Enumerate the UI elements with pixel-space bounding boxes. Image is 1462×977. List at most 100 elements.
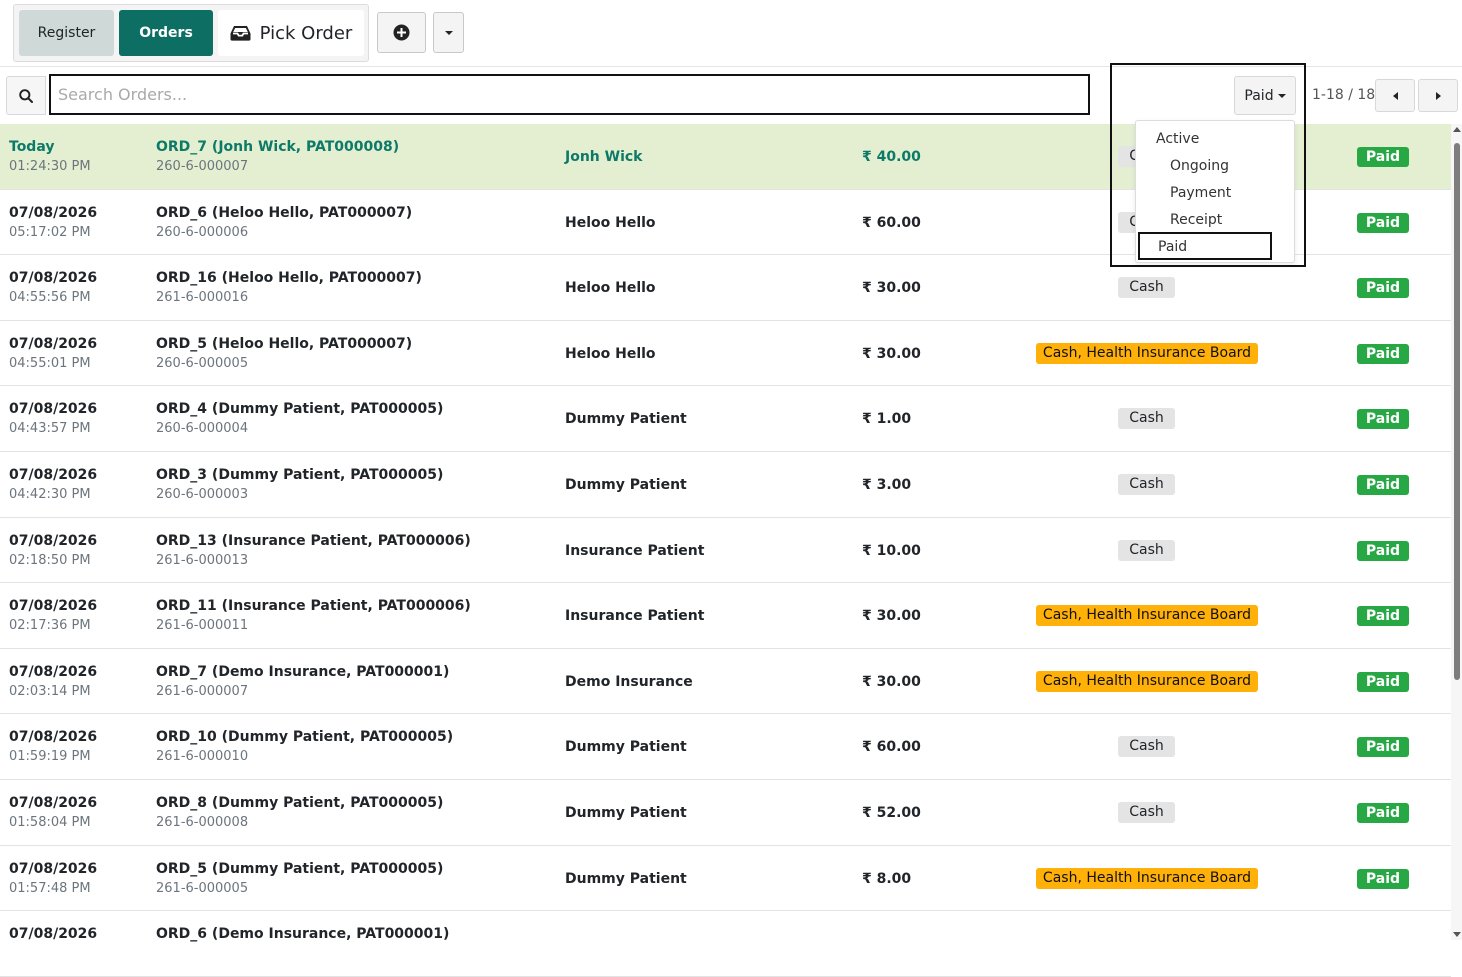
status-filter-dropdown[interactable]: Paid [1234, 76, 1296, 115]
menu-item-paid[interactable]: Paid [1138, 232, 1272, 260]
order-title: ORD_3 (Dummy Patient, PAT000005) [156, 466, 444, 483]
currency-symbol: ₹ [862, 870, 872, 887]
order-code: 261-6-000005 [156, 880, 249, 896]
currency-symbol: ₹ [862, 149, 872, 165]
payment-method-badge: Cash, Health Insurance Board [1036, 670, 1258, 692]
order-title: ORD_16 (Heloo Hello, PAT000007) [156, 270, 422, 287]
order-view-tabs: Register Orders Pick Order [13, 4, 369, 62]
status-badge: Paid [1357, 868, 1409, 889]
order-code: 260-6-000003 [156, 486, 249, 502]
amount-value: 40.00 [876, 149, 921, 165]
order-amount: ₹ 3.00 [862, 477, 911, 493]
order-title: ORD_7 (Demo Insurance, PAT000001) [156, 663, 450, 680]
menu-item-active[interactable]: Active [1156, 131, 1199, 147]
order-time: 01:24:30 PM [9, 159, 91, 174]
search-icon [19, 88, 33, 103]
status-badge: Paid [1357, 737, 1409, 758]
order-row[interactable]: 07/08/2026 04:42:30 PM ORD_3 (Dummy Patien… [0, 452, 1451, 518]
chevron-down-icon [1277, 93, 1286, 98]
order-code: 260-6-000004 [156, 421, 249, 437]
patient-name: Insurance Patient [565, 542, 705, 559]
order-time: 04:43:57 PM [9, 421, 91, 437]
order-row[interactable]: 07/08/2026 04:55:56 PM ORD_16 (Heloo Hello… [0, 255, 1451, 321]
search-orders-input[interactable] [49, 74, 1090, 115]
patient-name: Heloo Hello [565, 214, 656, 231]
status-badge: Paid [1357, 343, 1409, 364]
order-title: ORD_7 (Jonh Wick, PAT000008) [156, 139, 400, 155]
status-badge: Paid [1357, 147, 1409, 167]
currency-symbol: ₹ [862, 739, 872, 756]
currency-symbol: ₹ [862, 214, 872, 231]
patient-name: Heloo Hello [565, 280, 656, 297]
toolbar-divider [0, 66, 1462, 67]
order-row[interactable]: 07/08/2026 02:17:36 PM ORD_11 (Insurance P… [0, 583, 1451, 649]
order-date: Today [9, 139, 55, 155]
order-time: 02:18:50 PM [9, 552, 91, 568]
status-badge: Paid [1357, 802, 1409, 823]
search-button[interactable] [6, 76, 46, 115]
patient-name: Dummy Patient [565, 804, 687, 821]
order-title: ORD_5 (Heloo Hello, PAT000007) [156, 335, 413, 352]
add-order-button[interactable] [377, 12, 426, 53]
patient-name: Demo Insurance [565, 673, 693, 690]
status-filter-menu: Active Ongoing Payment Receipt Paid [1135, 120, 1295, 263]
scrollbar-thumb[interactable] [1454, 143, 1460, 680]
amount-value: 3.00 [876, 476, 912, 493]
status-badge: Paid [1357, 278, 1409, 299]
order-row[interactable]: 07/08/2026 01:59:19 PM ORD_10 (Dummy Patie… [0, 714, 1451, 780]
order-title: ORD_6 (Heloo Hello, PAT000007) [156, 204, 413, 221]
status-badge: Paid [1357, 671, 1409, 692]
payment-method-badge: Cash, Health Insurance Board [1036, 867, 1258, 889]
order-title: ORD_8 (Dummy Patient, PAT000005) [156, 794, 444, 811]
order-amount: ₹ 10.00 [862, 543, 921, 559]
order-date: 07/08/2026 [9, 466, 98, 483]
pick-order-button[interactable]: Pick Order [218, 10, 364, 56]
order-code: 261-6-000016 [156, 290, 249, 306]
order-row[interactable]: 07/08/2026 04:55:01 PM ORD_5 (Heloo Hello,… [0, 321, 1451, 387]
order-code: 261-6-000007 [156, 683, 249, 699]
order-time: 02:03:14 PM [9, 683, 91, 699]
patient-name: Jonh Wick [565, 149, 643, 165]
menu-item-payment[interactable]: Payment [1170, 185, 1231, 201]
order-row[interactable]: 07/08/2026 01:58:04 PM ORD_8 (Dummy Patien… [0, 780, 1451, 846]
order-amount: ₹ 30.00 [862, 674, 921, 690]
scroll-up-icon[interactable] [1453, 127, 1461, 132]
scroll-down-icon[interactable] [1453, 932, 1461, 937]
next-page-button[interactable] [1418, 79, 1458, 112]
order-date: 07/08/2026 [9, 335, 98, 352]
currency-symbol: ₹ [862, 608, 872, 625]
order-date: 07/08/2026 [9, 794, 98, 811]
patient-name: Dummy Patient [565, 739, 687, 756]
patient-name: Dummy Patient [565, 411, 687, 428]
payment-method-badge: Cash, Health Insurance Board [1036, 605, 1258, 627]
order-row[interactable]: 07/08/2026 02:03:14 PM ORD_7 (Demo Insuran… [0, 649, 1451, 715]
order-amount: ₹ 60.00 [862, 215, 921, 231]
caret-right-icon [1435, 91, 1441, 100]
previous-page-button[interactable] [1375, 79, 1415, 112]
more-actions-dropdown-button[interactable] [433, 12, 464, 53]
status-badge: Paid [1357, 474, 1409, 495]
order-row[interactable]: 07/08/2026 ORD_6 (Demo Insurance, PAT0000… [0, 911, 1451, 977]
menu-item-receipt[interactable]: Receipt [1170, 212, 1222, 228]
order-amount: ₹ 60.00 [862, 739, 921, 755]
order-row[interactable]: 07/08/2026 02:18:50 PM ORD_13 (Insurance P… [0, 518, 1451, 584]
amount-value: 8.00 [876, 870, 912, 887]
order-time: 01:59:19 PM [9, 749, 91, 765]
caret-left-icon [1392, 91, 1398, 100]
order-date: 07/08/2026 [9, 663, 98, 680]
order-time: 04:55:01 PM [9, 355, 91, 371]
order-code: 261-6-000010 [156, 749, 249, 765]
order-title: ORD_10 (Dummy Patient, PAT000005) [156, 729, 454, 746]
order-code: 261-6-000011 [156, 618, 249, 634]
order-amount: ₹ 1.00 [862, 411, 911, 427]
status-badge: Paid [1357, 606, 1409, 627]
tab-orders[interactable]: Orders [119, 10, 213, 56]
order-row[interactable]: 07/08/2026 01:57:48 PM ORD_5 (Dummy Patien… [0, 846, 1451, 912]
status-badge: Paid [1357, 212, 1409, 233]
menu-item-ongoing[interactable]: Ongoing [1170, 158, 1229, 174]
tab-register[interactable]: Register [19, 10, 114, 56]
tab-orders-label: Orders [139, 25, 193, 41]
currency-symbol: ₹ [862, 345, 872, 362]
order-row[interactable]: 07/08/2026 04:43:57 PM ORD_4 (Dummy Patien… [0, 386, 1451, 452]
payment-method-badge: Cash [1118, 736, 1175, 758]
